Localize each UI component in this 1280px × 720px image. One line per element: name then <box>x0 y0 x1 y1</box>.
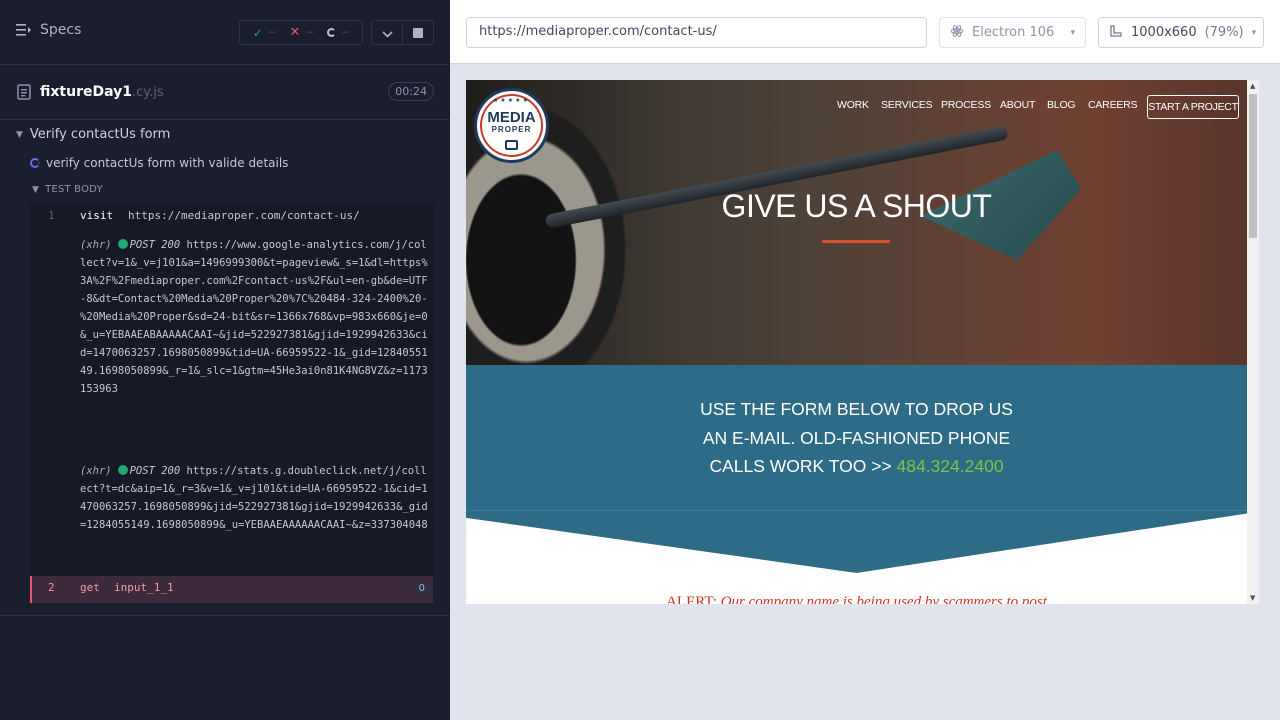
logo-text: MEDIA PROPER <box>474 110 549 135</box>
specs-label: Specs <box>40 22 82 38</box>
stop-button[interactable] <box>402 21 433 44</box>
pending-icon <box>327 28 337 37</box>
stop-icon <box>413 27 423 38</box>
divider <box>466 510 1247 511</box>
spec-file-name[interactable]: fixtureDay1.cy.js <box>40 84 164 100</box>
command-number: 1 <box>48 209 55 222</box>
chevron-down-icon: ▾ <box>1070 27 1075 38</box>
failed-count: -- <box>306 27 314 38</box>
command-list: 1 visit https://mediaproper.com/contact-… <box>30 203 434 575</box>
file-icon <box>17 84 31 104</box>
xhr-tag: (xhr) <box>80 465 112 477</box>
command-number: 2 <box>48 581 55 594</box>
scroll-thumb[interactable] <box>1249 94 1257 238</box>
spec-file-row: fixtureDay1.cy.js 00:24 <box>0 65 450 120</box>
command-name: visit <box>80 209 114 222</box>
scam-alert: ALERT: Our company name is being used by… <box>466 594 1247 604</box>
page-title: GIVE US A SHOUT <box>721 188 992 224</box>
xhr-method: POST 200 <box>129 465 181 477</box>
alert-text: Our company name is being used by scamme… <box>716 594 1047 604</box>
chevron-divider <box>466 511 1247 573</box>
x-icon: ✕ <box>289 25 301 40</box>
viewport-zoom: (79%) <box>1204 25 1244 40</box>
status-dot-icon <box>117 465 128 475</box>
specs-toggle-button[interactable]: Specs <box>16 22 81 38</box>
scroll-down-icon[interactable]: ▼ <box>1250 594 1255 602</box>
specs-list-icon <box>16 23 32 37</box>
title-underline <box>822 240 890 243</box>
passed-stat: ✓ -- <box>253 26 276 40</box>
logo-line2: PROPER <box>491 125 532 134</box>
spec-file-ext: .cy.js <box>131 85 164 100</box>
intro-text: USE THE FORM BELOW TO DROP US AN E-MAIL.… <box>466 395 1247 481</box>
aut-iframe: ★★★★★ MEDIA PROPER WORK SERVICES PROCESS… <box>466 80 1259 604</box>
nav-careers[interactable]: CAREERS <box>1088 99 1138 111</box>
intro-line-1: USE THE FORM BELOW TO DROP US <box>700 399 1013 419</box>
passed-count: -- <box>268 27 276 38</box>
scroll-up-icon[interactable]: ▲ <box>1250 82 1255 90</box>
reporter-header: Specs ✓ -- ✕ -- -- <box>0 0 450 65</box>
xhr-log-entry[interactable]: (xhr) POST 200 https://stats.g.doubleclic… <box>80 462 430 534</box>
suite-label: Verify contactUs form <box>29 127 171 142</box>
chevron-down-icon: ▾ <box>1251 27 1257 38</box>
running-spinner-icon <box>30 158 40 168</box>
chevron-down-icon <box>381 23 393 42</box>
hero-section: ★★★★★ MEDIA PROPER WORK SERVICES PROCESS… <box>466 80 1247 365</box>
viewport-info[interactable]: 1000x660 (79%) ▾ <box>1098 17 1264 48</box>
intro-line-3: CALLS WORK TOO >> <box>709 456 897 476</box>
chevron-down-icon: ▼ <box>16 129 23 140</box>
browser-selector[interactable]: Electron 106 ▾ <box>939 17 1086 48</box>
logo-stars: ★★★★★ <box>493 97 530 104</box>
spec-duration: 00:24 <box>388 82 434 101</box>
failed-stat: ✕ -- <box>289 25 313 40</box>
suite-title[interactable]: ▼ Verify contactUs form <box>16 127 170 142</box>
nav-services[interactable]: SERVICES <box>881 99 933 111</box>
nav-work[interactable]: WORK <box>837 99 869 111</box>
command-get[interactable]: 2 get input_1_1 0 <box>30 576 433 603</box>
phone-link[interactable]: 484.324.2400 <box>897 456 1004 476</box>
command-visit[interactable]: 1 visit https://mediaproper.com/contact-… <box>30 209 434 227</box>
xhr-log-entry[interactable]: (xhr) POST 200 https://www.google-analyti… <box>80 236 430 398</box>
run-controls <box>371 20 434 45</box>
trolley-icon <box>505 140 518 150</box>
alert-lead: ALERT: <box>666 594 717 604</box>
aut-url-bar[interactable]: https://mediaproper.com/contact-us/ <box>466 17 927 48</box>
browser-name: Electron 106 <box>972 25 1055 40</box>
chevron-down-icon: ▼ <box>32 184 40 195</box>
check-icon: ✓ <box>252 25 263 40</box>
pending-stat: -- <box>327 27 349 38</box>
test-title[interactable]: verify contactUs form with valide detail… <box>30 156 288 170</box>
command-message: https://mediaproper.com/contact-us/ <box>128 209 360 222</box>
test-stats: ✓ -- ✕ -- -- <box>239 20 363 45</box>
nav-about[interactable]: ABOUT <box>1000 99 1035 111</box>
nav-process[interactable]: PROCESS <box>941 99 991 111</box>
status-dot-icon <box>117 239 128 249</box>
pending-count: -- <box>342 27 350 38</box>
logo-line1: MEDIA <box>487 109 536 126</box>
collapse-button[interactable] <box>372 21 402 44</box>
xhr-method: POST 200 <box>129 239 181 251</box>
site-logo[interactable]: ★★★★★ MEDIA PROPER <box>474 88 549 191</box>
xhr-url: https://www.google-analytics.com/j/colle… <box>80 239 428 395</box>
xhr-tag: (xhr) <box>80 239 112 251</box>
start-project-button[interactable]: START A PROJECT <box>1147 95 1239 119</box>
command-log-panel: Specs ✓ -- ✕ -- -- fixtureDay1.cy.js 00:… <box>0 0 450 720</box>
test-body-header[interactable]: ▼ TEST BODY <box>32 184 103 195</box>
electron-icon <box>950 24 964 42</box>
intro-band: USE THE FORM BELOW TO DROP US AN E-MAIL.… <box>466 365 1247 511</box>
spec-file-basename: fixtureDay1 <box>40 84 132 100</box>
ruler-icon <box>1109 24 1123 42</box>
command-message: input_1_1 <box>114 581 174 594</box>
aut-toolbar: https://mediaproper.com/contact-us/ Elec… <box>450 0 1280 64</box>
divider <box>0 615 450 616</box>
command-name: get <box>80 581 100 594</box>
nav-blog[interactable]: BLOG <box>1047 99 1076 111</box>
iframe-scrollbar[interactable]: ▲ ▼ <box>1247 80 1259 604</box>
intro-line-2: AN E-MAIL. OLD-FASHIONED PHONE <box>702 427 1011 448</box>
element-count-badge: 0 <box>414 582 429 595</box>
test-label: verify contactUs form with valide detail… <box>46 156 289 170</box>
viewport-size: 1000x660 <box>1131 25 1197 40</box>
test-body-label: TEST BODY <box>45 184 103 195</box>
